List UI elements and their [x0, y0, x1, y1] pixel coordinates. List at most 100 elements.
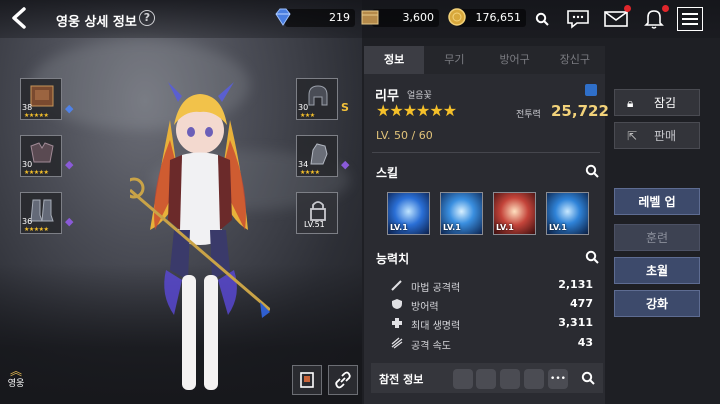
slot-stars: ★★★★★ — [24, 169, 49, 176]
combat-power-value: 25,722 — [551, 102, 609, 120]
transcend-button[interactable]: 초월 — [614, 257, 700, 284]
slot-level: 38 — [22, 103, 33, 112]
class-emblem-icon[interactable] — [453, 369, 473, 389]
export-icon: ⇱ — [627, 129, 638, 143]
search-icon[interactable] — [585, 250, 599, 264]
armor-type-icon: ◆ — [65, 158, 74, 171]
equipment-slot-helmet[interactable]: 30 ★★★ — [296, 78, 338, 120]
equipment-slot-book[interactable]: 38 ★★★★★ — [20, 78, 62, 120]
lock-label: 잠김 — [653, 96, 677, 110]
skill-level: LV.1 — [549, 223, 567, 232]
stat-value: 2,131 — [558, 278, 593, 291]
mail-button[interactable] — [602, 5, 631, 31]
hero-title: 얼음꽃 — [407, 91, 432, 101]
slot-stars: ★★★★ — [300, 169, 320, 176]
stat-row-magic-attack: 마법 공격력 2,131 — [383, 277, 593, 295]
stat-name: 마법 공격력 — [411, 283, 461, 294]
stat-row-max-hp: 최대 생명력 3,311 — [383, 315, 593, 333]
skill-slot-2[interactable]: LV.1 — [440, 192, 483, 235]
hero-character-model[interactable] — [130, 80, 270, 400]
equipment-slot-gloves[interactable]: 34 ★★★★ — [296, 135, 338, 177]
skill-level: LV.1 — [443, 223, 461, 232]
hamburger-menu-icon — [682, 13, 698, 25]
chat-button[interactable] — [564, 7, 592, 31]
skills-title: 스킬 — [376, 166, 399, 180]
level-up-button[interactable]: 레벨 업 — [614, 188, 700, 215]
menu-button[interactable] — [677, 7, 703, 31]
more-battle-info-button[interactable]: ••• — [548, 369, 568, 389]
double-chevron-up-icon: ︽ — [9, 364, 22, 378]
hero-class-badge-icon — [585, 84, 597, 96]
sell-button[interactable]: ⇱ 판매 — [614, 122, 700, 149]
slot-level: 30 — [22, 160, 33, 169]
chevron-left-icon — [12, 7, 26, 29]
box-count: 3,600 — [372, 9, 439, 27]
currency-search-button[interactable] — [530, 7, 554, 31]
skill-level: LV.1 — [390, 223, 408, 232]
gold-coin-icon — [448, 8, 466, 26]
page-title: 영웅 상세 정보 — [56, 15, 137, 30]
skill-slot-1[interactable]: LV.1 — [387, 192, 430, 235]
shield-icon — [392, 299, 402, 309]
boots-type-icon: ◆ — [65, 215, 74, 228]
versus-icon[interactable] — [476, 369, 496, 389]
tab-accessory[interactable]: 장신구 — [544, 46, 605, 74]
hero-level: LV. 50 / 60 — [376, 129, 433, 142]
stat-row-defense: 방어력 477 — [383, 296, 593, 314]
stats-title: 능력치 — [376, 252, 410, 266]
stat-value: 3,311 — [558, 316, 593, 329]
mail-notification-dot — [624, 5, 631, 12]
sword-emblem-icon[interactable] — [524, 369, 544, 389]
tab-armor[interactable]: 방어구 — [484, 46, 545, 74]
helmet-grade-badge: S — [341, 101, 349, 114]
equipment-slot-boots[interactable]: 36 ★★★★★ — [20, 192, 62, 234]
gloves-type-icon: ◆ — [341, 158, 350, 171]
guild-emblem-icon[interactable] — [500, 369, 520, 389]
plus-icon — [392, 318, 402, 328]
battle-info-label: 참전 정보 — [379, 373, 424, 386]
gem-icon — [275, 8, 291, 26]
train-button[interactable]: 훈련 — [614, 224, 700, 251]
slot-level: 36 — [22, 217, 33, 226]
slot-stars: ★★★★★ — [24, 226, 49, 233]
search-icon[interactable] — [581, 371, 595, 385]
slot-stars: ★★★ — [300, 112, 315, 119]
speed-icon — [391, 337, 403, 349]
tab-info[interactable]: 정보 — [364, 46, 425, 74]
detail-tabs: 정보 무기 방어구 장신구 — [364, 46, 605, 74]
hero-menu-toggle[interactable]: ︽ 영웅 — [3, 364, 29, 389]
stat-name: 공격 속도 — [411, 341, 451, 352]
wand-icon — [391, 280, 402, 291]
search-icon[interactable] — [585, 164, 599, 178]
search-icon — [535, 12, 549, 26]
divider — [372, 152, 600, 153]
enhance-button[interactable]: 강화 — [614, 290, 700, 317]
link-button[interactable] — [328, 365, 358, 395]
bell-icon — [644, 10, 664, 29]
slot-level: 30 — [298, 103, 309, 112]
equipment-slot-armor[interactable]: 30 ★★★★★ — [20, 135, 62, 177]
stat-value: 43 — [577, 336, 593, 349]
back-button[interactable] — [6, 4, 32, 32]
book-icon — [300, 372, 314, 388]
sell-label: 판매 — [653, 129, 677, 143]
skill-slot-4[interactable]: LV.1 — [546, 192, 589, 235]
bell-notification-dot — [662, 5, 669, 12]
stat-name: 방어력 — [411, 302, 439, 313]
hero-book-button[interactable] — [292, 365, 322, 395]
equipment-slot-locked[interactable]: LV.51 — [296, 192, 338, 234]
combat-power-label: 전투력 — [516, 110, 541, 120]
notification-button[interactable] — [640, 5, 669, 31]
stat-name: 최대 생명력 — [411, 321, 461, 332]
hero-star-rating: ★★★★★★ — [376, 101, 457, 120]
skill-slot-3[interactable]: LV.1 — [493, 192, 536, 235]
lock-icon: 🔒︎ — [627, 96, 634, 110]
slot-level: 34 — [298, 160, 309, 169]
lock-button[interactable]: 🔒︎ 잠김 — [614, 89, 700, 116]
help-icon[interactable]: ? — [139, 10, 155, 26]
chat-bubble-icon — [567, 10, 589, 29]
battle-info-bar: 참전 정보 ••• — [371, 363, 603, 393]
tab-weapon[interactable]: 무기 — [424, 46, 485, 74]
stat-row-attack-speed: 공격 속도 43 — [383, 335, 593, 353]
top-bar: 영웅 상세 정보 ? 219 3,600 176,651 — [0, 0, 720, 38]
